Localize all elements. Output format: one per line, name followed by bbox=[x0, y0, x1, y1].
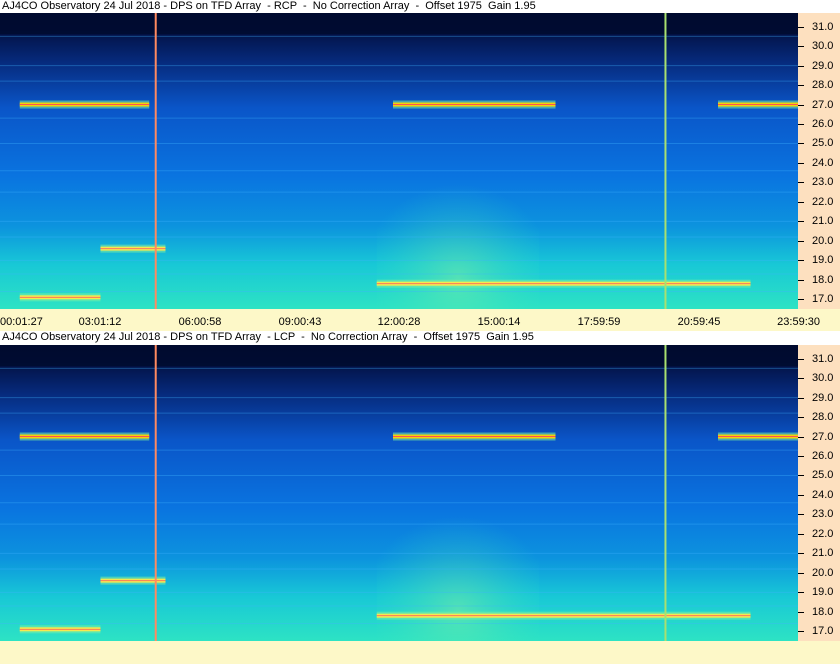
y-tick-label: 30.0 bbox=[812, 372, 834, 385]
y-tick bbox=[798, 378, 804, 380]
y-tick bbox=[798, 475, 804, 477]
spectrogram-lcp-svg bbox=[0, 345, 798, 641]
x-tick-label: 23:59:30 bbox=[777, 316, 820, 328]
y-tick bbox=[798, 456, 804, 457]
y-tick-label: 20.0 bbox=[812, 234, 834, 247]
y-tick bbox=[798, 26, 804, 28]
y-tick-label: 28.0 bbox=[812, 79, 834, 92]
y-tick bbox=[798, 260, 804, 262]
y-tick bbox=[798, 85, 804, 87]
bottom-strip bbox=[0, 641, 840, 664]
y-tick bbox=[798, 279, 804, 281]
x-tick-label: 12:00:28 bbox=[377, 316, 421, 328]
high-frequency-quiet-band bbox=[0, 345, 798, 367]
spectrogram-rcp bbox=[0, 13, 798, 309]
y-tick-label: 30.0 bbox=[812, 40, 834, 53]
panel-title-lcp: AJ4CO Observatory 24 Jul 2018 - DPS on T… bbox=[2, 331, 534, 343]
y-tick bbox=[798, 533, 804, 535]
y-tick bbox=[798, 397, 804, 399]
x-tick-label: 17:59:59 bbox=[577, 316, 621, 328]
y-tick-label: 19.0 bbox=[812, 586, 834, 599]
y-tick-label: 20.0 bbox=[812, 566, 834, 579]
y-tick bbox=[798, 631, 804, 633]
y-tick bbox=[798, 592, 804, 594]
frequency-scale-rcp: 31.0 30.0 29.0 28.0 27.0 26.0 25.0 24.0 23.0 22.0… bbox=[798, 13, 840, 309]
y-tick-label: 23.0 bbox=[812, 176, 834, 189]
y-tick-label: 29.0 bbox=[812, 391, 834, 404]
y-tick-label: 27.0 bbox=[812, 98, 834, 111]
frequency-scale-lcp: 31.0 30.0 29.0 28.0 27.0 26.0 25.0 24.0 23.0 22.0… bbox=[798, 345, 840, 641]
y-tick bbox=[798, 201, 804, 203]
y-tick bbox=[798, 611, 804, 613]
y-tick bbox=[798, 162, 804, 164]
x-tick-label: 00:01:27 bbox=[0, 316, 43, 328]
y-tick-label: 22.0 bbox=[812, 195, 834, 208]
high-frequency-quiet-band bbox=[0, 13, 798, 35]
axis-gap bbox=[0, 309, 840, 315]
y-tick-label: 28.0 bbox=[812, 411, 834, 424]
y-tick bbox=[798, 494, 804, 496]
spectrogram-rcp-svg bbox=[0, 13, 798, 309]
spectrogram-lcp bbox=[0, 345, 798, 641]
y-tick-label: 23.0 bbox=[812, 508, 834, 521]
y-tick bbox=[798, 436, 804, 438]
y-tick-label: 17.0 bbox=[812, 625, 834, 638]
x-tick-label: 20:59:45 bbox=[677, 316, 721, 328]
y-tick-label: 25.0 bbox=[812, 469, 834, 482]
y-tick bbox=[798, 124, 804, 125]
y-tick-label: 18.0 bbox=[812, 605, 834, 618]
y-tick bbox=[798, 46, 804, 48]
y-tick bbox=[798, 299, 804, 301]
y-tick-label: 31.0 bbox=[812, 20, 834, 33]
y-tick bbox=[798, 104, 804, 106]
y-tick bbox=[798, 221, 804, 223]
y-tick-label: 29.0 bbox=[812, 59, 834, 72]
y-tick-label: 19.0 bbox=[812, 254, 834, 267]
y-tick-label: 21.0 bbox=[812, 215, 834, 228]
y-tick bbox=[798, 553, 804, 555]
y-tick-label: 25.0 bbox=[812, 137, 834, 150]
y-tick-label: 18.0 bbox=[812, 273, 834, 286]
x-tick-label: 06:00:58 bbox=[178, 316, 222, 328]
y-tick bbox=[798, 572, 804, 574]
x-tick-label: 03:01:12 bbox=[78, 316, 122, 328]
y-tick-label: 26.0 bbox=[812, 450, 834, 462]
y-tick bbox=[798, 182, 804, 184]
x-tick-label: 15:00:14 bbox=[477, 316, 521, 328]
time-axis: 00:01:27 03:01:12 06:00:58 09:00:43 12:00:28… bbox=[0, 315, 840, 331]
y-tick bbox=[798, 65, 804, 67]
y-tick-label: 21.0 bbox=[812, 547, 834, 560]
y-tick bbox=[798, 358, 804, 360]
y-tick-label: 22.0 bbox=[812, 527, 834, 540]
y-tick bbox=[798, 417, 804, 419]
panel-title-rcp: AJ4CO Observatory 24 Jul 2018 - DPS on T… bbox=[2, 0, 536, 12]
x-tick-label: 09:00:43 bbox=[278, 316, 322, 328]
y-tick-label: 26.0 bbox=[812, 118, 834, 130]
y-tick bbox=[798, 240, 804, 242]
y-tick bbox=[798, 514, 804, 516]
y-tick bbox=[798, 143, 804, 145]
y-tick-label: 31.0 bbox=[812, 352, 834, 365]
y-tick-label: 27.0 bbox=[812, 430, 834, 443]
y-tick-label: 17.0 bbox=[812, 293, 834, 306]
y-tick-label: 24.0 bbox=[812, 488, 834, 501]
y-tick-label: 24.0 bbox=[812, 156, 834, 169]
